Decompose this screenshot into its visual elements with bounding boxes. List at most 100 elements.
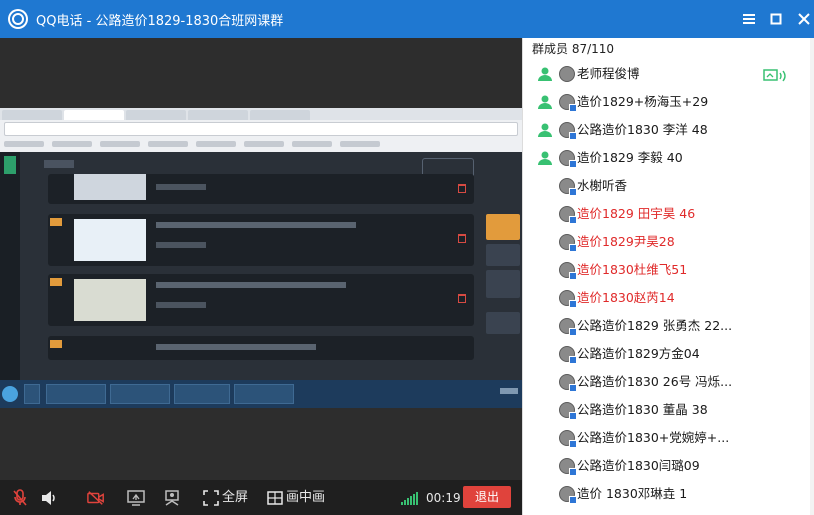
picture-in-picture-button[interactable]: 画中画: [286, 489, 325, 507]
member-row[interactable]: 公路造价1830 26号 冯烁...: [523, 368, 814, 396]
avatar: [559, 458, 577, 476]
member-row[interactable]: 水榭听香: [523, 172, 814, 200]
member-name: 公路造价1830+党婉婷+...: [577, 430, 730, 445]
device-badge-icon: [569, 300, 577, 308]
avatar: [559, 206, 577, 224]
shared-browser-chrome: [0, 108, 522, 152]
avatar: [559, 262, 577, 280]
member-row[interactable]: 老师程俊博: [523, 60, 814, 88]
member-row[interactable]: 造价1829+杨海玉+29: [523, 88, 814, 116]
member-name: 造价1829+杨海玉+29: [577, 94, 709, 109]
device-badge-icon: [569, 468, 577, 476]
avatar: [559, 150, 577, 168]
member-name: 公路造价1830 董晶 38: [577, 402, 708, 417]
member-count-header: 群成员 87/110: [532, 40, 614, 58]
device-badge-icon: [569, 160, 577, 168]
device-badge-icon: [569, 244, 577, 252]
avatar: [559, 346, 577, 364]
user-speaking-icon: [537, 66, 553, 82]
close-icon[interactable]: [788, 0, 814, 38]
member-name: 造价 1830邓琳垚 1: [577, 486, 688, 501]
call-duration: 00:19: [426, 491, 461, 505]
member-name: 造价1829尹昊28: [577, 234, 675, 249]
device-badge-icon: [569, 216, 577, 224]
avatar: [559, 94, 577, 112]
member-row[interactable]: 造价1830杜维飞51: [523, 256, 814, 284]
member-name: 老师程俊博: [577, 66, 640, 81]
member-name: 公路造价1830 26号 冯烁...: [577, 374, 733, 389]
microphone-muted-icon[interactable]: [11, 489, 29, 507]
member-name: 造价1829 田宇昊 46: [577, 206, 696, 221]
call-toolbar: 全屏 画中画 00:19 退出: [0, 480, 522, 515]
avatar: [559, 290, 577, 308]
avatar: [559, 122, 577, 140]
qq-logo-icon: [8, 9, 28, 29]
video-area: [0, 38, 522, 480]
member-row[interactable]: 公路造价1829方金04: [523, 340, 814, 368]
device-badge-icon: [569, 104, 577, 112]
fullscreen-icon[interactable]: [202, 489, 220, 507]
member-scrollbar[interactable]: [810, 38, 814, 515]
device-badge-icon: [569, 384, 577, 392]
screen-share-icon[interactable]: [127, 489, 145, 507]
window-title: QQ电话 - 公路造价1829-1830合班网课群: [36, 10, 283, 29]
title-separator: -: [86, 13, 92, 29]
user-speaking-icon: [537, 150, 553, 166]
member-count: 87/110: [571, 42, 615, 56]
avatar: [559, 430, 577, 448]
member-name: 水榭听香: [577, 178, 628, 193]
camera-off-icon[interactable]: [87, 489, 105, 507]
fullscreen-button[interactable]: 全屏: [222, 489, 248, 507]
avatar: [559, 402, 577, 420]
member-row[interactable]: 造价 1830邓琳垚 1: [523, 480, 814, 508]
avatar: [559, 374, 577, 392]
presentation-icon[interactable]: [163, 489, 181, 507]
title-bar: QQ电话 - 公路造价1829-1830合班网课群: [0, 0, 814, 38]
shared-course-card: [48, 214, 474, 266]
member-name: 造价1830赵芮14: [577, 290, 675, 305]
shared-course-card: [48, 336, 474, 360]
app-name: QQ电话: [36, 13, 83, 29]
member-row[interactable]: 造价1829 田宇昊 46: [523, 200, 814, 228]
shared-course-card: [48, 274, 474, 326]
member-name: 公路造价1829方金04: [577, 346, 700, 361]
member-row[interactable]: 造价1829 李毅 40: [523, 144, 814, 172]
member-row[interactable]: 造价1830赵芮14: [523, 284, 814, 312]
avatar: [559, 318, 577, 336]
user-speaking-icon: [537, 94, 553, 110]
device-badge-icon: [569, 132, 577, 140]
signal-strength-icon: [401, 491, 421, 505]
member-header-label: 群成员: [532, 42, 569, 56]
screen-sharing-icon: [763, 68, 789, 82]
member-row[interactable]: 公路造价1829 张勇杰 22...: [523, 312, 814, 340]
member-row[interactable]: 公路造价1830闫璐09: [523, 452, 814, 480]
shared-url-bar: [4, 122, 518, 136]
picture-in-picture-icon[interactable]: [266, 489, 284, 507]
group-name: 公路造价1829-1830合班网课群: [95, 13, 284, 29]
device-badge-icon: [569, 496, 577, 504]
avatar: [559, 486, 577, 504]
shared-taskbar: [0, 380, 522, 408]
qq-call-window: QQ电话 - 公路造价1829-1830合班网课群 全屏 画中画 00:19 退…: [0, 0, 814, 515]
member-name: 造价1829 李毅 40: [577, 150, 683, 165]
avatar: [559, 66, 575, 82]
shared-course-page: [0, 152, 522, 380]
member-panel: 群成员 87/110 老师程俊博造价1829+杨海玉+29 公路造价1830 李洋…: [522, 38, 814, 515]
device-badge-icon: [569, 188, 577, 196]
member-row[interactable]: 公路造价1830 李洋 48: [523, 116, 814, 144]
member-name: 造价1830杜维飞51: [577, 262, 688, 277]
speaker-icon[interactable]: [40, 489, 58, 507]
member-name: 公路造价1829 张勇杰 22...: [577, 318, 733, 333]
member-row[interactable]: 公路造价1830 董晶 38: [523, 396, 814, 424]
avatar: [559, 234, 577, 252]
member-row[interactable]: 公路造价1830+党婉婷+...: [523, 424, 814, 452]
member-row[interactable]: 造价1829尹昊28: [523, 228, 814, 256]
user-speaking-icon: [537, 122, 553, 138]
exit-button[interactable]: 退出: [463, 486, 511, 508]
device-badge-icon: [569, 356, 577, 364]
device-badge-icon: [569, 328, 577, 336]
shared-screen[interactable]: [0, 108, 522, 408]
avatar: [559, 178, 577, 196]
member-name: 公路造价1830 李洋 48: [577, 122, 708, 137]
device-badge-icon: [569, 272, 577, 280]
